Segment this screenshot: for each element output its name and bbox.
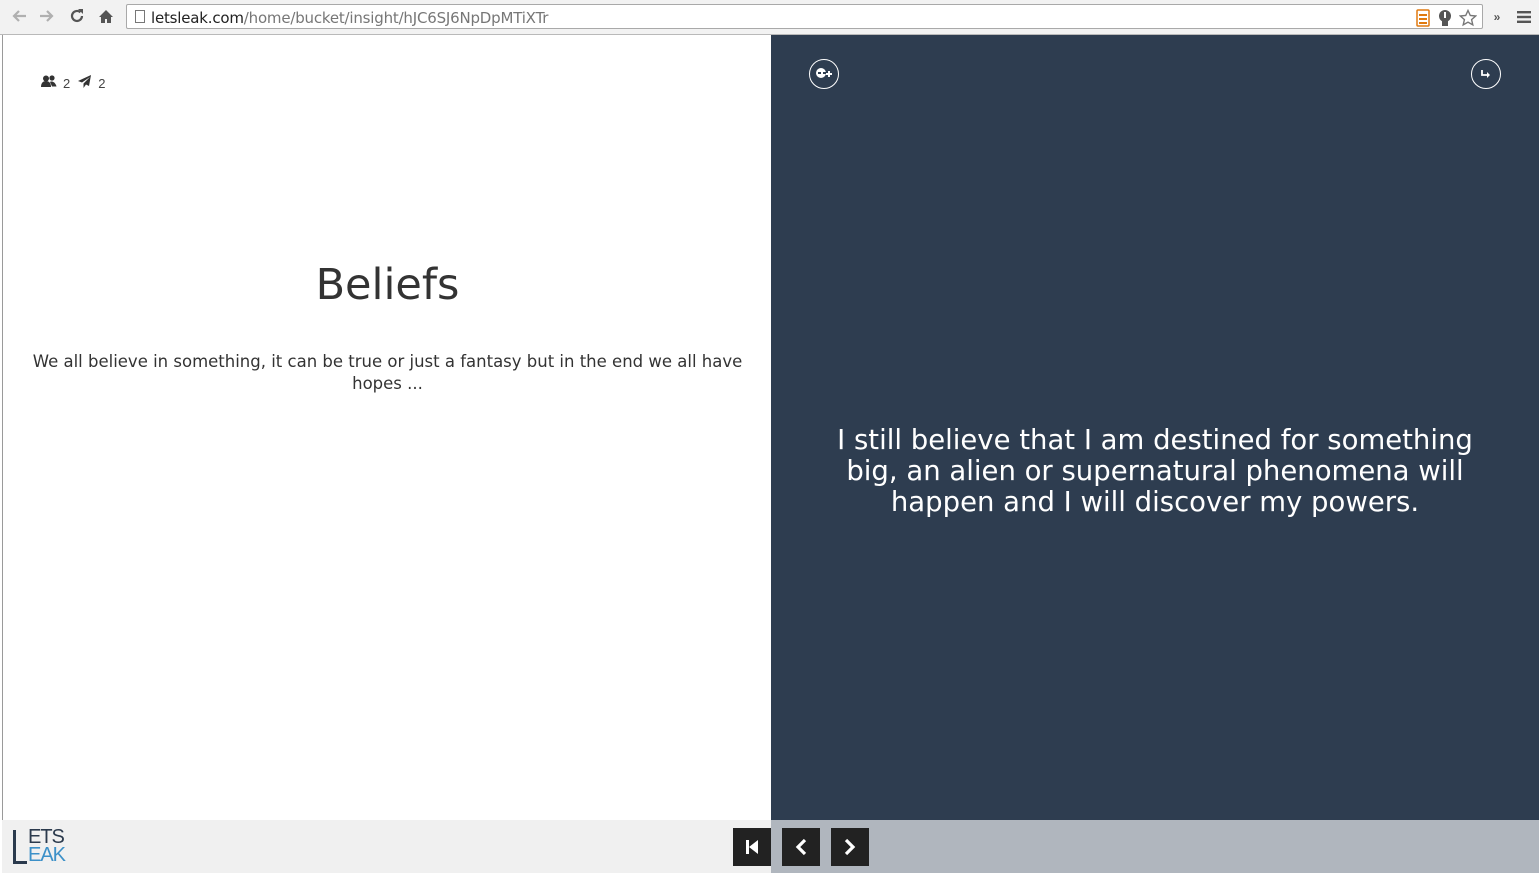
- skip-back-icon: [746, 840, 758, 854]
- footer-bar: ETS EAK: [2, 820, 771, 873]
- next-button[interactable]: [831, 828, 869, 866]
- home-icon[interactable]: [95, 5, 117, 27]
- page-icon: [135, 10, 145, 23]
- rss-icon[interactable]: [1416, 9, 1432, 27]
- insight-info-panel: 2 2 Beliefs We all believe in something,…: [2, 35, 771, 820]
- forward-icon[interactable]: [36, 5, 58, 27]
- share-button[interactable]: [1471, 59, 1501, 89]
- insight-description: We all believe in something, it can be t…: [32, 352, 743, 393]
- insight-card-panel: I still believe that I am destined for s…: [771, 35, 1539, 820]
- browser-toolbar: letsleak.com/home/bucket/insight/hJC6SJ6…: [0, 0, 1539, 35]
- insight-card-text: I still believe that I am destined for s…: [837, 424, 1473, 518]
- share-arrow-icon: [1481, 70, 1490, 78]
- address-bar[interactable]: letsleak.com/home/bucket/insight/hJC6SJ6…: [126, 4, 1483, 29]
- insight-title: Beliefs: [315, 260, 460, 310]
- add-friend-button[interactable]: [809, 59, 839, 89]
- previous-button[interactable]: [782, 828, 820, 866]
- back-icon[interactable]: [8, 5, 30, 27]
- users-icon: [41, 75, 57, 88]
- chevron-left-icon: [795, 838, 807, 856]
- reload-icon[interactable]: [66, 5, 88, 27]
- members-count: 2: [63, 76, 71, 91]
- menu-icon[interactable]: [1516, 8, 1532, 26]
- add-user-icon: [816, 68, 832, 78]
- footer-bar-right: [771, 820, 1539, 873]
- send-icon: [78, 75, 92, 88]
- star-icon[interactable]: [1458, 8, 1478, 27]
- chevron-right-icon: [844, 838, 856, 856]
- shares-count: 2: [98, 76, 106, 91]
- url-text[interactable]: letsleak.com/home/bucket/insight/hJC6SJ6…: [151, 9, 548, 27]
- letsleak-logo[interactable]: ETS EAK: [11, 827, 67, 867]
- insight-stats: 2 2: [41, 72, 113, 91]
- first-page-button[interactable]: [733, 828, 771, 866]
- logo-letter-l: [13, 830, 27, 864]
- extension-icon[interactable]: [1437, 9, 1453, 26]
- logo-text-bottom: EAK: [28, 844, 66, 866]
- more-extensions-icon[interactable]: »: [1489, 8, 1505, 26]
